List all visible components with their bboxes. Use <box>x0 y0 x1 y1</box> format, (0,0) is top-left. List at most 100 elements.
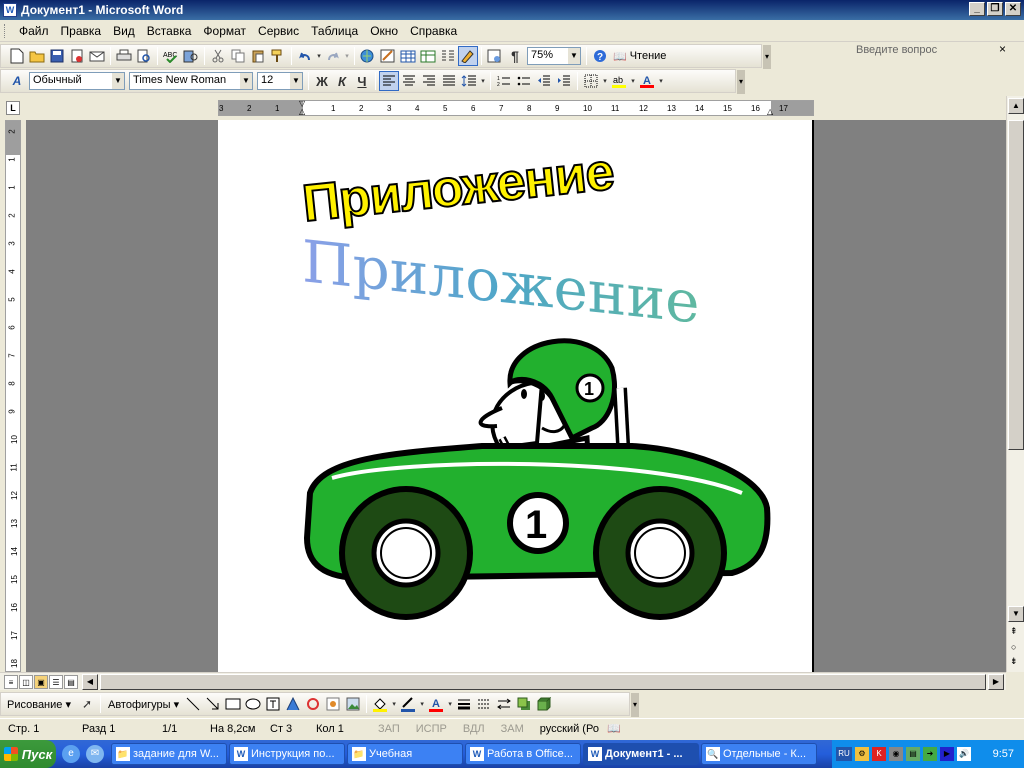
menu-grip[interactable] <box>4 23 7 38</box>
oval-tool-icon[interactable] <box>243 694 263 714</box>
insert-picture-icon[interactable] <box>343 694 363 714</box>
font-color-icon[interactable]: A <box>637 71 657 91</box>
menu-view[interactable]: Вид <box>107 24 141 38</box>
insert-excel-icon[interactable] <box>418 46 438 66</box>
line-spacing-icon[interactable] <box>459 71 479 91</box>
wordart-title-gradient[interactable]: Приложение <box>302 227 699 337</box>
rectangle-tool-icon[interactable] <box>223 694 243 714</box>
vertical-ruler[interactable]: 2 1 1 2 3 4 5 6 7 8 9 10 11 12 13 14 15 16 17 18 <box>5 120 21 672</box>
scroll-up-icon[interactable]: ▲ <box>1008 98 1024 114</box>
shadow-style-icon[interactable] <box>514 694 534 714</box>
chevron-down-icon[interactable]: ▼ <box>240 73 252 89</box>
print-preview-icon[interactable] <box>134 46 154 66</box>
network-icon[interactable]: ▤ <box>906 747 920 761</box>
select-objects-icon[interactable]: ➚ <box>77 694 97 714</box>
horizontal-ruler[interactable]: ▽ △ △ 3 2 1 1 2 3 4 5 6 7 8 9 10 11 12 13 14 15 16 17 <box>218 99 814 116</box>
status-record[interactable]: ЗАП <box>370 723 408 735</box>
document-page[interactable]: Приложение Приложение 1 1 <box>218 120 814 672</box>
paste-icon[interactable] <box>248 46 268 66</box>
new-document-icon[interactable] <box>7 46 27 66</box>
research-icon[interactable] <box>181 46 201 66</box>
clock[interactable]: 9:57 <box>993 748 1014 760</box>
web-view-icon[interactable]: ◫ <box>19 675 33 689</box>
save-icon[interactable] <box>47 46 67 66</box>
draw-menu[interactable]: Рисование ▾ <box>7 698 71 711</box>
spelling-icon[interactable]: ABC <box>161 46 181 66</box>
columns-icon[interactable] <box>438 46 458 66</box>
drawing-icon[interactable] <box>458 46 478 66</box>
insert-table-icon[interactable] <box>398 46 418 66</box>
align-center-icon[interactable] <box>399 71 419 91</box>
wordart-title-yellow[interactable]: Приложение <box>299 142 617 234</box>
taskbar-item[interactable]: 🔍 Отдельные - К... <box>701 743 817 765</box>
align-right-icon[interactable] <box>419 71 439 91</box>
left-indent-marker[interactable]: △ <box>299 107 305 116</box>
draw-font-color-dropdown-icon[interactable]: ▾ <box>446 694 454 714</box>
toolbar-options-icon[interactable]: ▾ <box>737 70 745 94</box>
email-icon[interactable] <box>87 46 107 66</box>
restore-button[interactable]: ❐ <box>987 2 1003 16</box>
tray-app-icon[interactable]: ⚙ <box>855 747 869 761</box>
redo-icon[interactable] <box>323 46 343 66</box>
outlook-express-icon[interactable]: ✉ <box>86 745 104 763</box>
document-area[interactable]: Приложение Приложение 1 1 <box>26 120 1006 672</box>
spelling-status-icon[interactable]: 📖 <box>607 722 621 735</box>
bold-button[interactable]: Ж <box>312 71 332 91</box>
taskbar-item-active[interactable]: W Документ1 - ... <box>583 743 699 765</box>
menu-table[interactable]: Таблица <box>305 24 364 38</box>
numbering-icon[interactable]: 12 <box>494 71 514 91</box>
menu-format[interactable]: Формат <box>197 24 252 38</box>
fill-color-icon[interactable] <box>370 694 390 714</box>
chevron-down-icon[interactable]: ▼ <box>568 48 580 64</box>
font-select[interactable]: Times New Roman ▼ <box>129 72 253 90</box>
close-document-icon[interactable]: × <box>999 42 1006 56</box>
document-map-icon[interactable] <box>485 46 505 66</box>
menu-file[interactable]: Файл <box>13 24 55 38</box>
help-icon[interactable]: ? <box>590 46 610 66</box>
bullets-icon[interactable] <box>514 71 534 91</box>
zoom-select[interactable]: 75% ▼ <box>527 47 581 65</box>
vertical-scroll-thumb[interactable] <box>1008 120 1024 450</box>
race-car-clipart[interactable]: 1 1 <box>302 328 772 628</box>
tray-shield-icon[interactable]: ◉ <box>889 747 903 761</box>
language-indicator[interactable]: RU <box>836 747 852 761</box>
wordart-icon[interactable] <box>283 694 303 714</box>
word-app-icon[interactable]: W <box>3 3 17 17</box>
diagram-icon[interactable] <box>303 694 323 714</box>
highlight-dropdown-icon[interactable]: ▾ <box>629 71 637 91</box>
redo-dropdown-icon[interactable]: ▾ <box>343 46 351 66</box>
tab-selector[interactable]: L <box>6 101 20 115</box>
title-bar[interactable]: W Документ1 - Microsoft Word _ ❐ ✕ <box>0 0 1024 20</box>
volume-icon[interactable]: 🔊 <box>957 747 971 761</box>
taskbar-item[interactable]: W Работа в Office... <box>465 743 581 765</box>
chevron-down-icon[interactable]: ▼ <box>290 73 302 89</box>
borders-dropdown-icon[interactable]: ▾ <box>601 71 609 91</box>
insert-hyperlink-icon[interactable] <box>358 46 378 66</box>
arrow-style-icon[interactable] <box>494 694 514 714</box>
previous-page-icon[interactable]: ⇞ <box>1010 626 1018 637</box>
increase-indent-icon[interactable] <box>554 71 574 91</box>
style-select[interactable]: Обычный ▼ <box>29 72 125 90</box>
chevron-down-icon[interactable]: ▼ <box>112 73 124 89</box>
fill-color-dropdown-icon[interactable]: ▾ <box>390 694 398 714</box>
taskbar-item[interactable]: 📁 Учебная <box>347 743 463 765</box>
highlight-icon[interactable]: ab <box>609 71 629 91</box>
vertical-scrollbar[interactable]: ▲ ▼ ⇞ ○ ⇟ <box>1006 96 1024 672</box>
status-overtype[interactable]: ЗАМ <box>493 723 532 735</box>
line-spacing-dropdown-icon[interactable]: ▾ <box>479 71 487 91</box>
next-page-icon[interactable]: ⇟ <box>1010 656 1018 667</box>
close-button[interactable]: ✕ <box>1005 2 1021 16</box>
taskbar-item[interactable]: W Инструкция по... <box>229 743 345 765</box>
right-indent-marker[interactable]: △ <box>767 107 773 116</box>
ask-question-input[interactable]: Введите вопрос <box>852 42 1002 60</box>
underline-button[interactable]: Ч <box>352 71 372 91</box>
print-layout-icon[interactable]: ▣ <box>34 675 48 689</box>
decrease-indent-icon[interactable] <box>534 71 554 91</box>
cut-icon[interactable] <box>208 46 228 66</box>
permission-icon[interactable] <box>67 46 87 66</box>
undo-dropdown-icon[interactable]: ▾ <box>315 46 323 66</box>
outline-view-icon[interactable]: ☰ <box>49 675 63 689</box>
status-track-changes[interactable]: ИСПР <box>408 723 455 735</box>
styles-pane-icon[interactable]: A <box>7 71 27 91</box>
horizontal-scrollbar[interactable]: ≡ ◫ ▣ ☰ ▤ ◀ ▶ <box>0 672 1006 690</box>
